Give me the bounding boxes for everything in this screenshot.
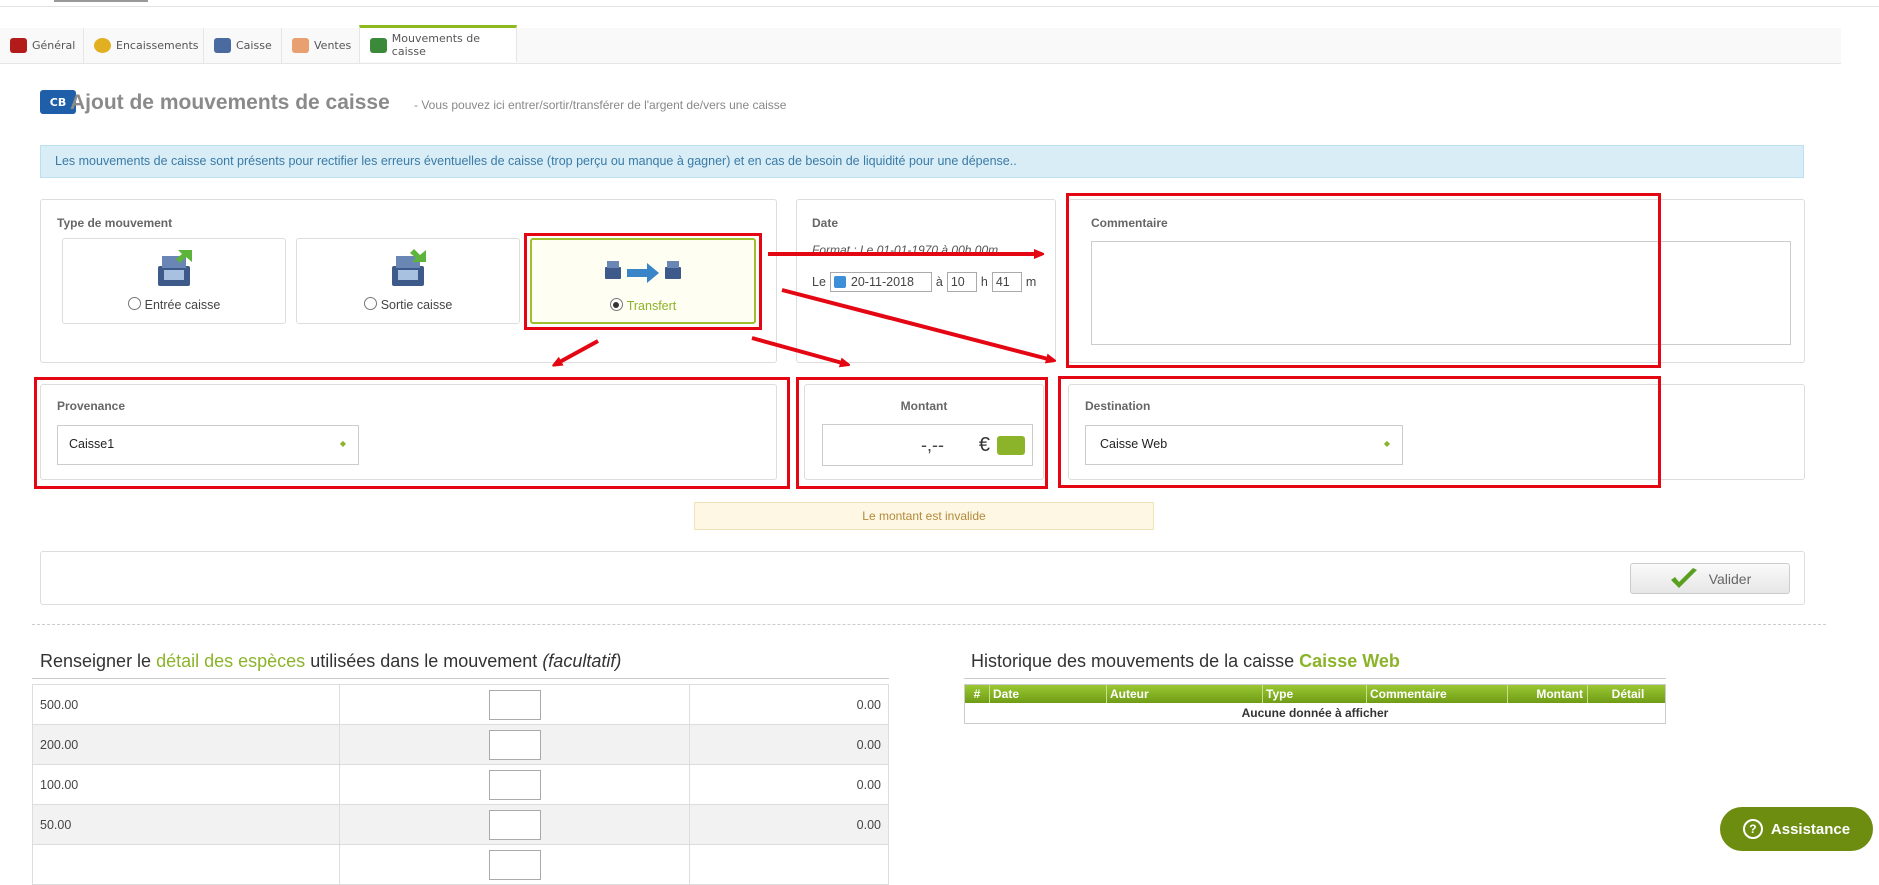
help-icon: ? [1742,819,1763,839]
arrow-to-amount [751,336,846,364]
arrow-to-provenance [556,339,599,364]
assistance-button[interactable]: ? Assistance [1720,807,1873,851]
arrow-to-destination [781,288,1052,360]
annotation-arrows [0,0,1879,856]
